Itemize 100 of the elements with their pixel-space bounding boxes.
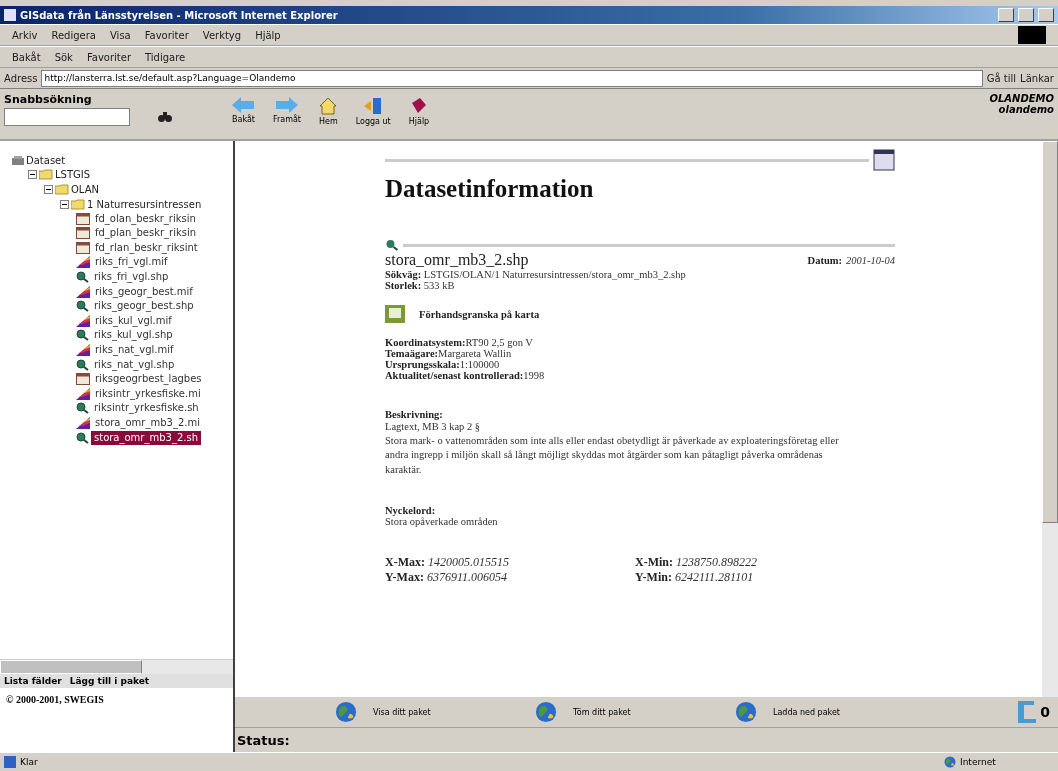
package-count: 0: [1040, 704, 1050, 720]
tree-folder[interactable]: LSTGIS: [55, 169, 91, 181]
tree-item[interactable]: fd_rlan_beskr_riksint: [92, 240, 201, 255]
tree-action[interactable]: Lista fälder: [4, 676, 62, 686]
package-button[interactable]: Visa ditt paket: [335, 701, 495, 723]
menu-item[interactable]: Favoriter: [144, 29, 189, 41]
tree-item[interactable]: riks_geogr_best.mif: [92, 284, 196, 299]
property-text: Temaägare:Margareta Wallin: [385, 348, 513, 359]
door-icon: [363, 97, 384, 115]
extent-text: Y-Min: 6242111.281101: [635, 569, 755, 585]
magnifier-icon: [76, 300, 89, 313]
collapse-icon[interactable]: [60, 199, 69, 209]
menu-item[interactable]: Verktyg: [202, 29, 242, 41]
go-button[interactable]: Gå till: [986, 72, 1017, 84]
binoculars-icon[interactable]: [158, 112, 172, 122]
dataset-icon: [12, 155, 24, 165]
menu-item[interactable]: Visa: [110, 29, 131, 41]
table-icon: [76, 227, 90, 240]
menu-item[interactable]: Redigera: [51, 29, 96, 41]
collapse-icon[interactable]: [44, 185, 53, 194]
tree-item[interactable]: riks_fri_vgl.mif: [92, 255, 171, 270]
description-text: Lagtext, MB 3 kap 2 §: [385, 420, 482, 434]
globe-icon: [335, 701, 357, 723]
tree-folder[interactable]: Dataset: [26, 154, 66, 166]
nav-button[interactable]: Hjälp: [408, 97, 430, 126]
globe-icon: [735, 701, 757, 723]
nav-button[interactable]: Bakåt: [232, 97, 255, 126]
tree-item[interactable]: fd_olan_beskr_riksin: [92, 211, 199, 226]
menu-item[interactable]: Arkiv: [12, 29, 38, 41]
links-button[interactable]: Länkar: [1020, 72, 1054, 84]
right-arrow-icon: [275, 97, 298, 113]
user-name: OLANDEMO: [989, 93, 1054, 104]
tree-folder[interactable]: 1 Naturresursintressen: [87, 198, 202, 210]
status-label: Status:: [237, 732, 290, 748]
date-value: 2001-10-04: [846, 254, 895, 266]
property-text: Aktualitet/senast kontrollerad:1998: [385, 370, 546, 381]
size-text: Storlek: 533 kB: [385, 280, 456, 291]
path-text: Sökväg: LSTGIS/OLAN/1 Naturresursintressen/stora_omr_mb3_2.shp: [385, 269, 687, 280]
nav-button[interactable]: Logga ut: [355, 97, 391, 126]
magnifier-icon: [76, 329, 89, 342]
vertical-scrollbar[interactable]: [1042, 141, 1058, 697]
maximize-button[interactable]: [1018, 8, 1034, 22]
package-button[interactable]: Töm ditt paket: [535, 701, 695, 723]
menu-item[interactable]: Hjälp: [255, 29, 281, 41]
preview-link[interactable]: Förhandsgranska på karta: [419, 308, 540, 320]
tree-item[interactable]: fd_plan_beskr_riksin: [92, 226, 200, 241]
window-title: GISdata från Länsstyrelsen - Microsoft Internet Explorer: [20, 9, 339, 21]
layer-icon: [76, 344, 90, 356]
magnifier-icon: [385, 239, 399, 251]
address-field[interactable]: http://lansterra.lst.se/default.asp?Language=Olandemo: [41, 69, 983, 87]
tree-folder[interactable]: OLAN: [71, 184, 99, 195]
package-button[interactable]: Ladda ned paket: [735, 701, 895, 723]
tree-item[interactable]: riksintr_yrkesfiske.sh: [91, 401, 202, 416]
layer-icon: [76, 285, 90, 298]
minimize-button[interactable]: [998, 8, 1014, 22]
search-button[interactable]: Sök: [54, 51, 73, 63]
nav-button[interactable]: Framåt: [272, 97, 301, 126]
copyright: © 2000-2001, SWEGIS: [6, 694, 104, 705]
keywords-label: Nyckelord:: [385, 504, 437, 516]
favorites-button[interactable]: Favoriter: [86, 51, 131, 63]
close-button[interactable]: [1038, 8, 1054, 22]
layer-icon: [76, 314, 90, 327]
collapse-icon[interactable]: [28, 170, 37, 180]
status-text: Klar: [20, 757, 38, 767]
tree-action[interactable]: Lägg till i paket: [69, 676, 150, 686]
tree-item[interactable]: riks_nat_vgl.shp: [91, 357, 178, 372]
horizontal-scrollbar[interactable]: [0, 659, 233, 674]
tree-item[interactable]: riks_nat_vgl.mif: [92, 343, 177, 357]
extent-text: Y-Max: 6376911.006054: [385, 569, 508, 585]
tree-item[interactable]: riks_geogr_best.shp: [91, 299, 197, 314]
document-icon: [873, 149, 895, 171]
tree-item[interactable]: riks_fri_vgl.shp: [91, 270, 172, 285]
table-icon: [76, 373, 90, 386]
globe-icon: [944, 756, 956, 768]
tree-item[interactable]: stora_omr_mb3_2.sh: [91, 430, 201, 445]
magnifier-icon: [76, 431, 89, 444]
tree-item[interactable]: riksgeogrbest_lagbes: [92, 372, 205, 387]
back-button[interactable]: Bakåt: [12, 51, 41, 63]
tree-item[interactable]: stora_omr_mb3_2.mi: [92, 416, 203, 430]
table-icon: [76, 212, 90, 225]
left-arrow-icon: [232, 97, 255, 113]
magnifier-icon: [76, 402, 89, 415]
history-button[interactable]: Tidigare: [145, 51, 186, 63]
page-icon: [4, 756, 16, 768]
magnifier-icon: [76, 358, 89, 371]
zone-text: Internet: [960, 757, 996, 767]
folder-icon: [55, 184, 69, 195]
tree-item[interactable]: riksintr_yrkesfiske.mi: [92, 386, 204, 401]
nav-button[interactable]: Hem: [318, 97, 338, 126]
extent-text: X-Min: 1238750.898222: [635, 554, 758, 570]
search-field[interactable]: [4, 108, 130, 126]
description-label: Beskrivning:: [385, 409, 444, 420]
layer-icon: [76, 417, 90, 429]
date-label: Datum:: [807, 254, 842, 266]
tree-item[interactable]: riks_kul_vgl.mif: [92, 313, 175, 328]
keywords-text: Stora opåverkade områden: [385, 515, 499, 527]
table-icon: [76, 241, 90, 254]
address-label: Adress: [4, 72, 38, 84]
tree-item[interactable]: riks_kul_vgl.shp: [91, 328, 176, 343]
browser-icon: [4, 9, 16, 21]
